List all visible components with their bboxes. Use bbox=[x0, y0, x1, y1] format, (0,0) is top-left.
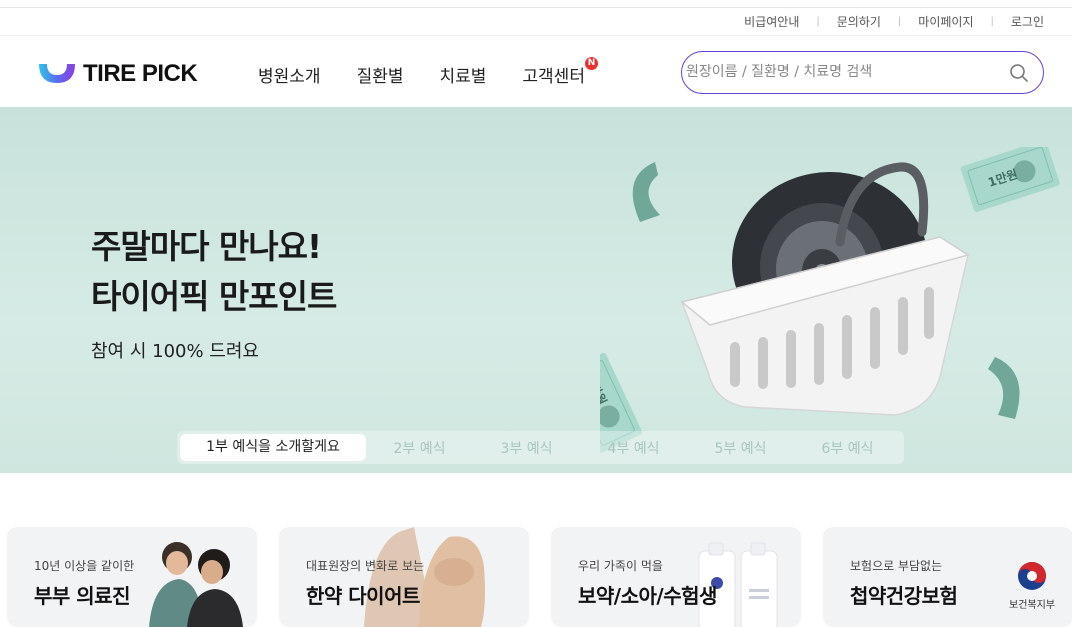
util-link-price[interactable]: 비급여안내 bbox=[744, 13, 799, 30]
nav-item-treatment[interactable]: 치료별 bbox=[439, 62, 486, 87]
main-header: TIRE PICK 병원소개 질환별 치료별 고객센터 N bbox=[0, 35, 1072, 107]
top-divider bbox=[0, 7, 1072, 8]
card-title: 한약 다이어트 bbox=[306, 584, 420, 608]
nav-item-support-label: 고객센터 bbox=[522, 67, 585, 87]
utility-bar: 비급여안내 | 문의하기 | 마이페이지 | 로그인 bbox=[744, 12, 1044, 30]
hero-title: 주말마다 만나요! 타이어픽 만포인트 bbox=[91, 222, 337, 322]
hero-tab-4[interactable]: 4부 예식 bbox=[580, 438, 687, 458]
hero-illustration: 1만원 1만원 bbox=[600, 147, 1060, 453]
hero-subtitle: 참여 시 100% 드려요 bbox=[91, 341, 259, 362]
couple-photo bbox=[149, 542, 243, 627]
taegeuk-icon bbox=[1018, 562, 1046, 590]
util-separator: | bbox=[990, 15, 994, 27]
brand-logo[interactable]: TIRE PICK bbox=[36, 60, 198, 88]
hero-banner[interactable]: 주말마다 만나요! 타이어픽 만포인트 참여 시 100% 드려요 1만원 1만… bbox=[0, 107, 1072, 473]
util-separator: | bbox=[897, 15, 902, 27]
leaf-shape-right bbox=[988, 357, 1020, 419]
hero-tab-5[interactable]: 5부 예식 bbox=[687, 438, 794, 458]
card-small-text: 보험으로 부담없는 bbox=[850, 559, 943, 573]
ministry-logo-text: 보건복지부 bbox=[1009, 600, 1055, 611]
card-small-text: 우리 가족이 먹을 bbox=[578, 559, 663, 573]
util-link-inquiry[interactable]: 문의하기 bbox=[837, 13, 881, 30]
brand-name: TIRE PICK bbox=[83, 60, 198, 87]
hero-tab-6[interactable]: 6부 예식 bbox=[794, 438, 901, 458]
search-box bbox=[681, 51, 1044, 94]
search-icon[interactable] bbox=[1009, 63, 1029, 87]
hero-title-line1: 주말마다 만나요! bbox=[91, 227, 322, 266]
hero-tab-1[interactable]: 1부 예식을 소개할게요 bbox=[180, 434, 366, 461]
card-herbal-diet[interactable]: 대표원장의 변화로 보는 한약 다이어트 bbox=[279, 527, 529, 627]
feature-cards: 10년 이상을 같이한 부부 의료진 대표원장의 변화로 보는 한약 다이어트 … bbox=[7, 527, 1072, 627]
util-link-mypage[interactable]: 마이페이지 bbox=[918, 13, 973, 30]
nav-item-disease[interactable]: 질환별 bbox=[357, 62, 404, 87]
leaf-shape-left bbox=[632, 162, 660, 222]
ministry-logo: 보건복지부 bbox=[1009, 559, 1055, 611]
card-small-text: 대표원장의 변화로 보는 bbox=[306, 559, 425, 573]
hero-tab-2[interactable]: 2부 예식 bbox=[366, 438, 473, 458]
card-title: 보약/소아/수험생 bbox=[578, 584, 717, 608]
nav-item-support[interactable]: 고객센터 N bbox=[522, 57, 598, 87]
card-title: 부부 의료진 bbox=[34, 584, 130, 608]
hero-tabs: 1부 예식을 소개할게요 2부 예식 3부 예식 4부 예식 5부 예식 6부 … bbox=[177, 431, 904, 464]
bill-top: 1만원 bbox=[960, 147, 1060, 212]
hero-tab-3[interactable]: 3부 예식 bbox=[473, 438, 580, 458]
diet-photo bbox=[364, 527, 485, 627]
nav-item-hospital[interactable]: 병원소개 bbox=[258, 62, 321, 87]
main-nav: 병원소개 질환별 치료별 고객센터 N bbox=[258, 57, 621, 87]
util-link-login[interactable]: 로그인 bbox=[1011, 13, 1044, 30]
card-title: 첩약건강보험 bbox=[850, 584, 958, 608]
card-tonic[interactable]: 우리 가족이 먹을 보약/소아/수험생 bbox=[551, 527, 801, 627]
hero-title-line2: 타이어픽 만포인트 bbox=[91, 277, 337, 316]
new-badge: N bbox=[584, 57, 598, 70]
card-insurance[interactable]: 보험으로 부담없는 첩약건강보험 보건복지부 bbox=[823, 527, 1072, 627]
card-couple-doctors[interactable]: 10년 이상을 같이한 부부 의료진 bbox=[7, 527, 257, 627]
util-separator: | bbox=[816, 15, 820, 27]
logo-mark-icon bbox=[39, 64, 75, 83]
search-input[interactable] bbox=[686, 60, 996, 84]
card-small-text: 10년 이상을 같이한 bbox=[34, 559, 135, 573]
